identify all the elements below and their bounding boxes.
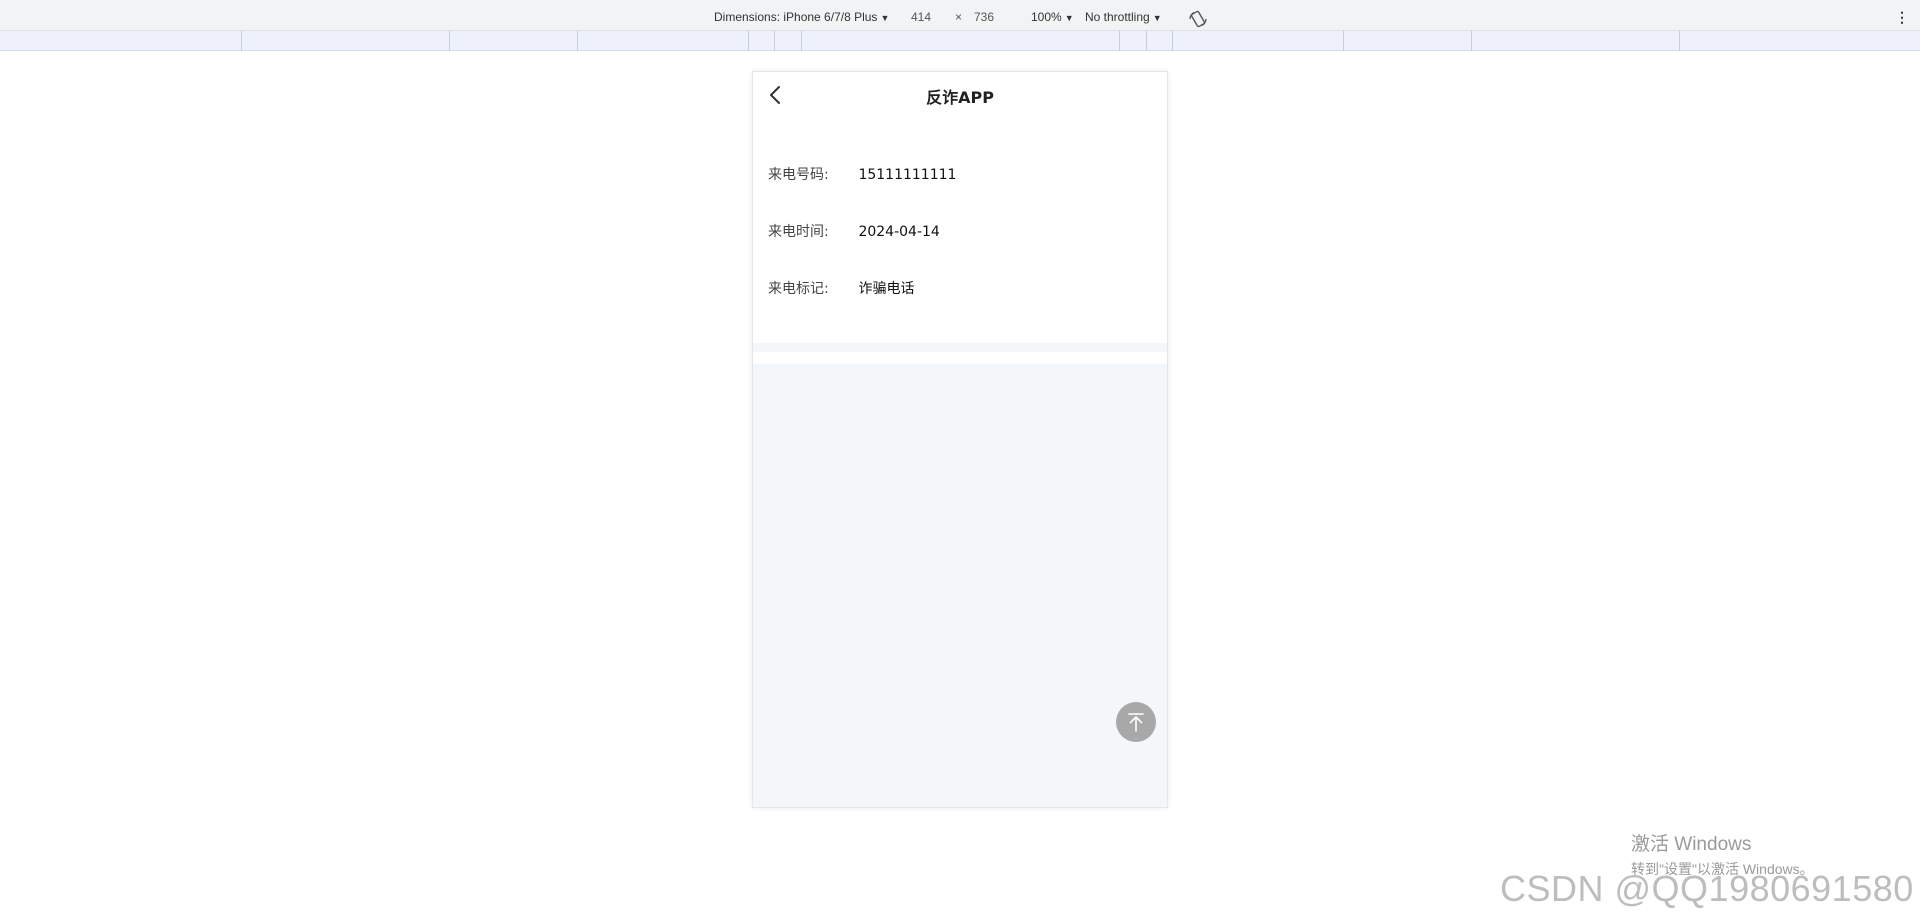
ruler-segment[interactable] [774, 31, 775, 51]
nav-bar: 反诈APP [753, 72, 1167, 118]
device-height-input[interactable]: 736 [974, 10, 994, 24]
ruler-segment[interactable] [577, 31, 578, 51]
call-time-row: 来电时间: 2024-04-14 [768, 222, 940, 242]
ruler-segment[interactable] [241, 31, 242, 51]
device-width-input[interactable]: 414 [911, 10, 931, 24]
call-number-value: 15111111111 [858, 167, 957, 183]
ruler-segment[interactable] [1172, 31, 1173, 51]
ruler-segment[interactable] [1343, 31, 1344, 51]
divider-strip [753, 352, 1167, 364]
back-to-top-button[interactable] [1116, 702, 1156, 742]
device-viewport: 反诈APP 来电号码: 15111111111 来电时间: 2024-04-14… [752, 71, 1168, 808]
ruler-segment[interactable] [1471, 31, 1472, 51]
ruler-segment[interactable] [748, 31, 749, 51]
call-tag-label: 来电标记: [768, 281, 829, 297]
call-time-label: 来电时间: [768, 224, 829, 240]
csdn-watermark: CSDN @QQ1980691580 [1500, 868, 1914, 909]
media-query-ruler [0, 31, 1920, 51]
rotate-icon[interactable] [1188, 10, 1208, 28]
call-info-card: 来电号码: 15111111111 来电时间: 2024-04-14 来电标记:… [753, 118, 1167, 343]
devtools-device-toolbar: Dimensions: iPhone 6/7/8 Plus 414 × 736 … [0, 0, 1920, 31]
call-tag-row: 来电标记: 诈骗电话 [768, 279, 914, 299]
call-tag-value: 诈骗电话 [858, 281, 915, 297]
ruler-segment[interactable] [449, 31, 450, 51]
call-time-value: 2024-04-14 [858, 224, 940, 240]
call-number-row: 来电号码: 15111111111 [768, 165, 956, 185]
ruler-segment[interactable] [801, 31, 802, 51]
throttling-select[interactable]: No throttling [1085, 10, 1162, 24]
back-to-top-icon [1128, 713, 1144, 732]
windows-activation-title: 激活 Windows [1631, 834, 1752, 855]
zoom-select[interactable]: 100% [1031, 10, 1074, 24]
device-dimensions-select[interactable]: Dimensions: iPhone 6/7/8 Plus [714, 10, 889, 24]
ruler-segment[interactable] [1146, 31, 1147, 51]
call-number-label: 来电号码: [768, 167, 829, 183]
page-title: 反诈APP [926, 88, 994, 107]
ruler-segment[interactable] [1679, 31, 1680, 51]
dimension-separator: × [955, 10, 963, 24]
ruler-segment[interactable] [1119, 31, 1120, 51]
more-options-icon[interactable]: ⋮ [1895, 10, 1909, 24]
